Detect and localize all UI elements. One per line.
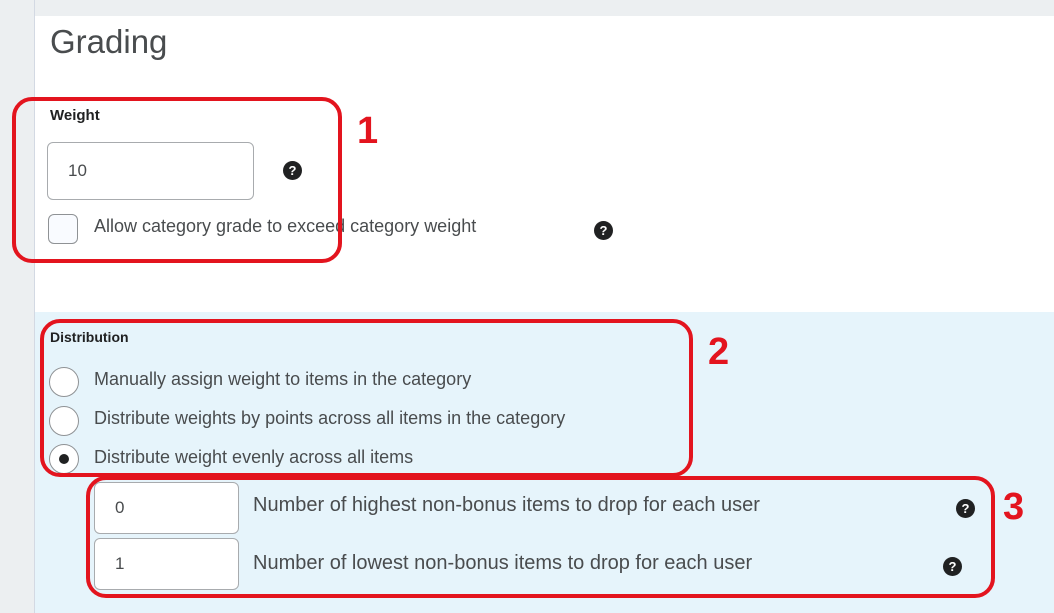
annotation-number-1: 1 [357,110,379,152]
annotation-number-2: 2 [708,331,730,373]
annotation-box-3 [86,476,995,598]
page: Grading Weight 10 ? Allow category grade… [0,0,1054,613]
exceed-weight-help-icon[interactable]: ? [594,221,613,240]
annotation-number-3: 3 [1003,486,1025,528]
annotation-box-2 [40,319,693,477]
page-title: Grading [50,23,168,60]
annotation-box-1 [12,97,342,263]
